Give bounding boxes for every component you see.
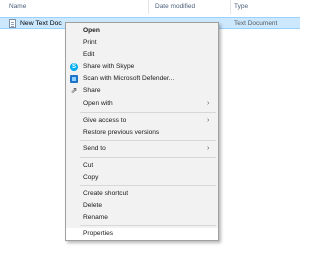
column-divider[interactable] [148, 0, 149, 14]
menu-item-label: Properties [83, 230, 114, 237]
skype-icon: S [70, 63, 78, 71]
menu-item-label: Share with Skype [83, 63, 135, 70]
menu-item-scan-defender[interactable]: Scan with Microsoft Defender... [66, 73, 218, 85]
menu-item-label: Edit [83, 51, 95, 58]
menu-item-label: Delete [83, 202, 103, 209]
share-icon: ⇗ [70, 86, 78, 95]
menu-item-create-shortcut[interactable]: Create shortcut [66, 188, 218, 200]
menu-item-label: Restore previous versions [83, 129, 160, 136]
menu-item-open[interactable]: Open [66, 25, 218, 37]
menu-item-label: Scan with Microsoft Defender... [83, 75, 175, 82]
menu-item-label: Copy [83, 174, 99, 181]
text-file-icon [9, 19, 16, 28]
context-menu: Open Print Edit S Share with Skype Scan … [65, 22, 219, 241]
menu-item-label: Give access to [83, 117, 127, 124]
menu-item-label: Cut [83, 162, 94, 169]
menu-item-cut[interactable]: Cut [66, 160, 218, 172]
menu-separator [80, 185, 216, 186]
menu-item-print[interactable]: Print [66, 37, 218, 49]
menu-item-copy[interactable]: Copy [66, 172, 218, 184]
menu-item-label: Open with [83, 100, 113, 107]
menu-item-label: Share [83, 87, 101, 94]
menu-item-open-with[interactable]: Open with › [66, 98, 218, 110]
menu-separator [80, 112, 216, 113]
menu-item-label: Rename [83, 214, 108, 221]
chevron-right-icon: › [207, 100, 210, 107]
column-header: Name Date modified Type [0, 0, 300, 14]
menu-item-give-access[interactable]: Give access to › [66, 115, 218, 127]
chevron-right-icon: › [207, 117, 210, 124]
menu-item-share[interactable]: ⇗ Share [66, 85, 218, 97]
file-name[interactable]: New Text Document [20, 20, 62, 27]
menu-item-label: Open [83, 27, 100, 34]
menu-item-label: Send to [83, 145, 106, 152]
menu-separator [80, 225, 216, 226]
menu-item-properties[interactable]: Properties [66, 228, 218, 240]
menu-separator [80, 157, 216, 158]
defender-icon [70, 75, 78, 83]
menu-item-rename[interactable]: Rename [66, 212, 218, 224]
menu-item-share-skype[interactable]: S Share with Skype [66, 61, 218, 73]
column-type-header[interactable]: Type [234, 3, 248, 10]
menu-item-restore-versions[interactable]: Restore previous versions [66, 127, 218, 139]
menu-item-label: Create shortcut [83, 190, 129, 197]
file-type: Text Document [234, 20, 278, 27]
column-divider[interactable] [230, 0, 231, 14]
menu-separator [80, 140, 216, 141]
column-name-header[interactable]: Name [9, 3, 26, 10]
menu-item-label: Print [83, 39, 97, 46]
chevron-right-icon: › [207, 145, 210, 152]
menu-item-send-to[interactable]: Send to › [66, 143, 218, 155]
menu-item-delete[interactable]: Delete [66, 200, 218, 212]
menu-item-edit[interactable]: Edit [66, 49, 218, 61]
column-date-header[interactable]: Date modified [155, 3, 195, 10]
